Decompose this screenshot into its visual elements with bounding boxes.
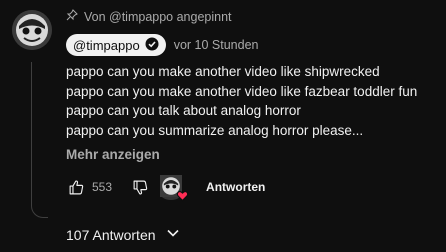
pinned-label: Von @timpappo angepinnt	[66, 9, 232, 24]
comment-text: pappo can you make another video like sh…	[66, 62, 436, 140]
reply-button[interactable]: Antworten	[206, 180, 265, 194]
comment-timestamp[interactable]: vor 10 Stunden	[174, 38, 259, 52]
commenter-avatar[interactable]	[12, 10, 52, 50]
verified-checkmark-icon	[145, 37, 159, 54]
thread-connector-line	[31, 62, 48, 218]
comment-line: pappo can you summarize analog horror pl…	[66, 122, 364, 138]
thumbs-up-icon	[69, 179, 83, 194]
dislike-button[interactable]	[130, 177, 150, 197]
creator-heart-badge	[160, 175, 189, 202]
heart-icon	[176, 191, 189, 202]
show-more-button[interactable]: Mehr anzeigen	[66, 147, 160, 162]
like-button[interactable]	[66, 177, 86, 197]
author-handle[interactable]: @timpappo	[73, 38, 140, 53]
author-row: @timpappo vor 10 Stunden	[66, 34, 258, 56]
chevron-down-icon	[166, 226, 180, 243]
pinned-text: Von @timpappo angepinnt	[84, 9, 232, 24]
comment-actions: 553 Antworten	[66, 175, 265, 202]
author-handle-chip[interactable]: @timpappo	[66, 34, 166, 56]
comment-line: pappo can you make another video like fa…	[66, 83, 418, 99]
like-count: 553	[92, 180, 113, 194]
replies-toggle[interactable]: 107 Antworten	[66, 226, 180, 243]
comment-line: pappo can you talk about analog horror	[66, 103, 301, 118]
replies-count-label[interactable]: 107 Antworten	[66, 227, 156, 243]
comment-line: pappo can you make another video like sh…	[66, 64, 380, 79]
thumbs-down-icon	[133, 180, 147, 195]
pin-icon	[66, 9, 78, 24]
